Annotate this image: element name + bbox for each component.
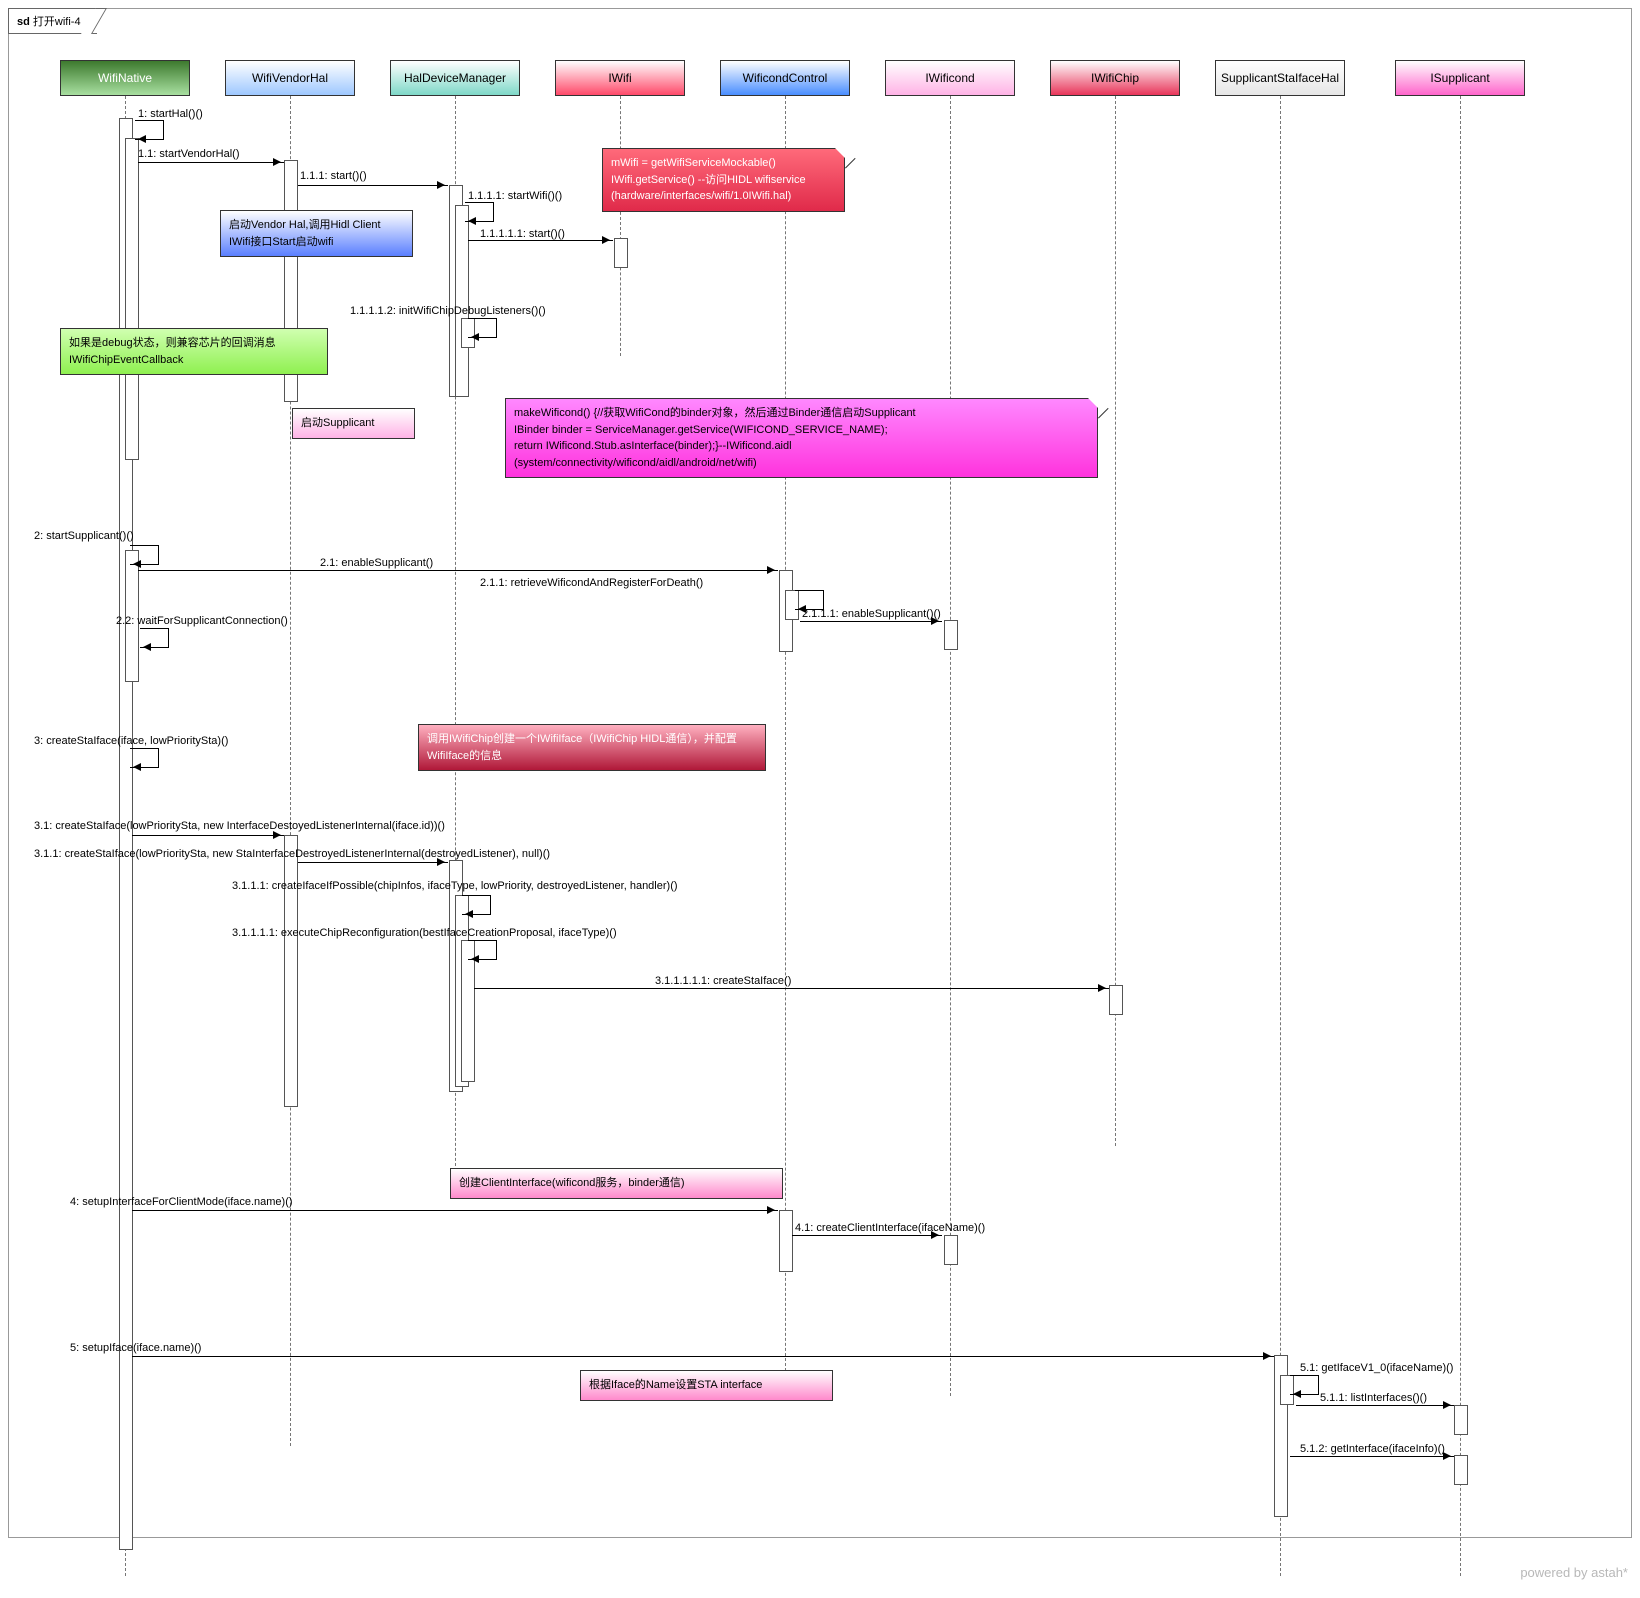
activation [944,1235,958,1265]
self-call [135,120,164,140]
arrow [138,570,778,571]
note-iwifichip: 调用IWifiChip创建一个IWifiIface（IWifiChip HIDL… [418,724,766,771]
arrow [474,988,1109,989]
activation [779,1210,793,1272]
note-makewificond: makeWificond() {//获取WifiCond的binder对象，然后… [505,398,1098,478]
self-call [468,318,497,338]
self-call [130,545,159,565]
self-call [140,628,169,648]
arrow [298,862,448,863]
note-vendor: 启动Vendor Hal,调用Hidl Client IWifi接口Start启… [220,210,413,257]
arrow [792,1235,942,1236]
lifeline-dash [785,96,786,1396]
message-start: 1.1.1: start()() [300,170,367,182]
message-starthal: 1: startHal()() [138,108,203,120]
message-retrievewificond: 2.1.1: retrieveWificondAndRegisterForDea… [480,577,703,589]
arrow [468,240,613,241]
activation [284,835,298,1107]
lifeline-dash [1280,96,1281,1576]
lifeline-isupplicant: ISupplicant [1395,60,1525,96]
lifeline-head: IWificond [885,60,1015,96]
message-waitforsupplicant: 2.2: waitForSupplicantConnection() [116,615,288,627]
activation [455,205,469,397]
lifeline-dash [950,96,951,1396]
activation [1109,985,1123,1015]
lifeline-iwifi: IWifi [555,60,685,96]
lifeline-head: ISupplicant [1395,60,1525,96]
self-call [1290,1375,1319,1395]
lifeline-supplicantstaifacehal: SupplicantStaIfaceHal [1215,60,1345,96]
activation [614,238,628,268]
lifeline-haldevicemanager: HalDeviceManager [390,60,520,96]
self-call [462,895,491,915]
lifeline-head: WificondControl [720,60,850,96]
lifeline-wifinative: WifiNative [60,60,190,96]
message-start2: 1.1.1.1.1: start()() [480,228,565,240]
message-createstaiface1: 3.1: createStaIface(lowPrioritySta, new … [34,820,445,832]
message-createifacepossible: 3.1.1.1: createIfaceIfPossible(chipInfos… [232,880,678,892]
message-startwifi: 1.1.1.1: startWifi()() [468,190,562,202]
note-clientinterface: 创建ClientInterface(wificond服务，binder通信) [450,1168,783,1199]
message-getinterface: 5.1.2: getInterface(ifaceInfo)() [1300,1443,1445,1455]
message-enablesupplicant2: 2.1.1.1: enableSupplicant()() [802,608,941,620]
message-createstaiface3: 3.1.1.1.1.1: createStaIface() [655,975,791,987]
lifeline-wificondcontrol: WificondControl [720,60,850,96]
note-mockable: mWifi = getWifiServiceMockable() IWifi.g… [602,148,845,212]
message-createstaiface2: 3.1.1: createStaIface(lowPrioritySta, ne… [34,848,550,860]
message-createstaiface: 3: createStaIface(iface, lowPrioritySta)… [34,735,228,747]
message-startvendorhal: 1.1: startVendorHal() [138,148,240,160]
arrow [1296,1405,1454,1406]
message-executechip: 3.1.1.1.1: executeChipReconfiguration(be… [232,927,617,939]
arrow [1290,1456,1454,1457]
self-call [130,748,159,768]
self-call [468,940,497,960]
self-call [795,590,824,610]
lifeline-dash [1460,96,1461,1576]
frame-tag: sd 打开wifi-4 [8,8,97,34]
activation [944,620,958,650]
arrow [298,185,448,186]
message-listinterfaces: 5.1.1: listInterfaces()() [1320,1392,1427,1404]
sequence-diagram: sd 打开wifi-4 WifiNative WifiVendorHal Hal… [0,0,1640,1598]
arrow [800,621,942,622]
lifeline-head: HalDeviceManager [390,60,520,96]
self-call [465,202,494,222]
lifeline-head: IWifiChip [1050,60,1180,96]
arrow [138,162,284,163]
message-setupiface: 5: setupIface(iface.name)() [70,1342,201,1354]
lifeline-iwifichip: IWifiChip [1050,60,1180,96]
lifeline-iwificond: IWificond [885,60,1015,96]
lifeline-wifivendorhal: WifiVendorHal [225,60,355,96]
activation [1454,1455,1468,1485]
message-initdebug: 1.1.1.1.2: initWifiChipDebugListeners()(… [350,305,546,317]
message-setupclientmode: 4: setupInterfaceForClientMode(iface.nam… [70,1196,293,1208]
note-debug: 如果是debug状态，则兼容芯片的回调消息IWifiChipEventCallb… [60,328,328,375]
message-createclientinterface: 4.1: createClientInterface(ifaceName)() [795,1222,985,1234]
activation [125,138,139,460]
note-supplicant: 启动Supplicant [292,408,415,439]
lifeline-dash [620,96,621,356]
lifeline-head: WifiNative [60,60,190,96]
arrow [132,1356,1274,1357]
arrow [132,835,284,836]
arrow [132,1210,778,1211]
message-getifacev10: 5.1: getIfaceV1_0(ifaceName)() [1300,1362,1453,1374]
activation [1454,1405,1468,1435]
note-stainterface: 根据Iface的Name设置STA interface [580,1370,833,1401]
message-startsupplicant: 2: startSupplicant()() [34,530,134,542]
lifeline-head: WifiVendorHal [225,60,355,96]
footer-text: powered by astah* [1520,1565,1628,1580]
lifeline-head: SupplicantStaIfaceHal [1215,60,1345,96]
lifeline-head: IWifi [555,60,685,96]
message-enablesupplicant: 2.1: enableSupplicant() [320,557,433,569]
